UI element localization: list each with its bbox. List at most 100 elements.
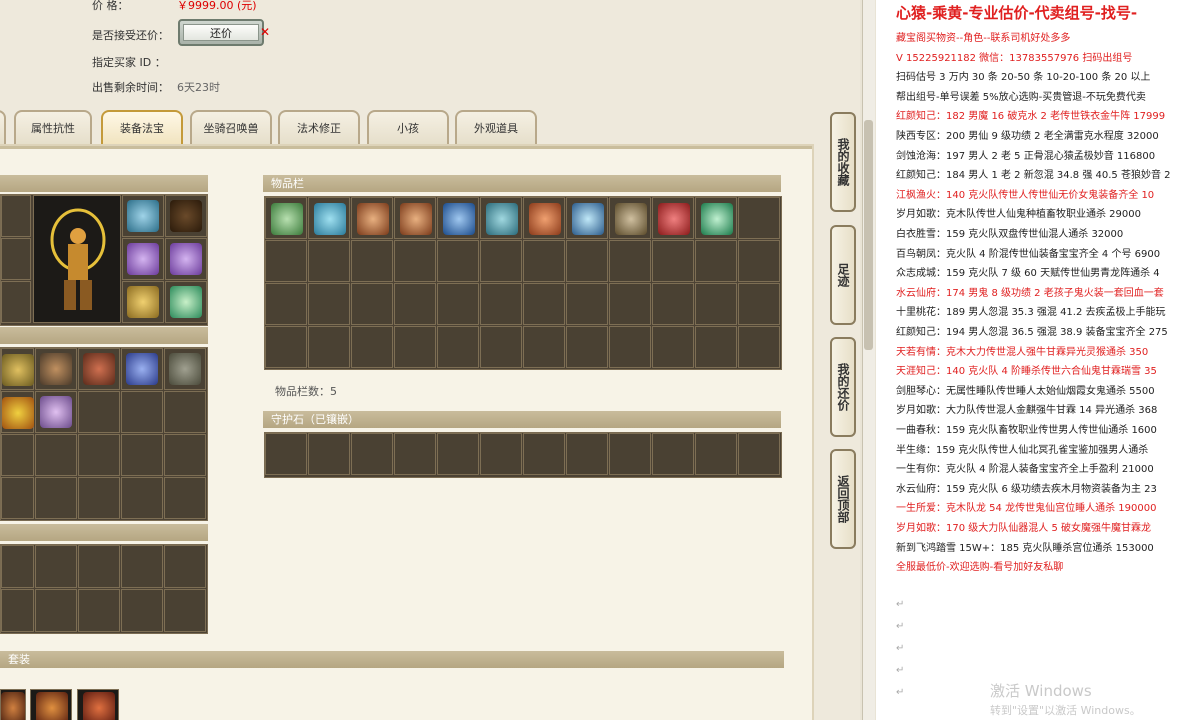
inventory-slot[interactable] [609,240,651,282]
inventory-slot[interactable] [523,197,565,239]
tab-partial[interactable] [0,110,6,144]
inventory-slot[interactable] [523,283,565,325]
inventory-slot[interactable] [394,283,436,325]
close-icon[interactable]: ✕ [260,25,270,39]
inventory-slot[interactable] [308,326,350,368]
my-offers-button[interactable]: 我的还价 [830,337,856,437]
set-item-slot[interactable] [30,689,72,720]
inventory-slot[interactable] [695,197,737,239]
treasure-slot[interactable] [1,391,34,433]
inventory-slot[interactable] [480,283,522,325]
treasure-slot[interactable] [78,391,120,433]
inventory-slot[interactable] [523,326,565,368]
treasure-slot[interactable] [164,391,206,433]
equip-slot[interactable] [165,195,207,237]
tab-attributes[interactable]: 属性抗性 [14,110,92,144]
inventory-slot[interactable] [566,283,608,325]
inventory-slot[interactable] [308,197,350,239]
equip-slot[interactable] [1,195,31,237]
guard-stone-slot[interactable] [308,433,350,475]
inventory-slot[interactable] [738,197,780,239]
inventory-slot[interactable] [308,240,350,282]
treasure-slot[interactable] [121,391,163,433]
inventory-slot[interactable] [265,240,307,282]
treasure-slot[interactable] [1,348,34,390]
inventory-slot[interactable] [609,283,651,325]
treasure-slot[interactable] [78,434,120,476]
inventory-slot[interactable] [652,283,694,325]
inventory-slot[interactable] [652,197,694,239]
guard-stone-slot[interactable] [437,433,479,475]
treasure-slot[interactable] [78,348,120,390]
treasure-slot[interactable] [164,348,206,390]
inventory-slot[interactable] [652,240,694,282]
guard-stone-slot[interactable] [609,433,651,475]
treasure-slot[interactable] [164,477,206,519]
extra-slot[interactable] [1,545,34,588]
footprint-button[interactable]: 足迹 [830,225,856,325]
inventory-slot[interactable] [566,240,608,282]
equip-slot[interactable] [1,281,31,323]
guard-stone-slot[interactable] [566,433,608,475]
treasure-slot[interactable] [78,477,120,519]
treasure-slot[interactable] [35,391,77,433]
guard-stone-slot[interactable] [394,433,436,475]
set-item-slot[interactable] [0,689,26,720]
inventory-slot[interactable] [351,283,393,325]
inventory-slot[interactable] [695,283,737,325]
extra-slot[interactable] [121,545,163,588]
tab-equipment[interactable]: 装备法宝 [101,110,183,144]
treasure-slot[interactable] [121,434,163,476]
inventory-slot[interactable] [609,326,651,368]
my-favorites-button[interactable]: 我的收藏 [830,112,856,212]
guard-stone-slot[interactable] [523,433,565,475]
extra-slot[interactable] [78,589,120,632]
scrollbar-thumb[interactable] [864,120,873,350]
extra-slot[interactable] [35,545,77,588]
inventory-slot[interactable] [738,283,780,325]
inventory-slot[interactable] [738,326,780,368]
guard-stone-slot[interactable] [351,433,393,475]
guard-stone-slot[interactable] [265,433,307,475]
inventory-slot[interactable] [265,326,307,368]
page-scrollbar[interactable] [862,0,875,720]
equip-slot[interactable] [122,195,164,237]
treasure-slot[interactable] [1,477,34,519]
equip-slot[interactable] [165,238,207,280]
equip-slot[interactable] [122,238,164,280]
inventory-slot[interactable] [695,326,737,368]
inventory-slot[interactable] [394,326,436,368]
treasure-slot[interactable] [1,434,34,476]
inventory-slot[interactable] [652,326,694,368]
set-item-slot[interactable] [77,689,119,720]
inventory-slot[interactable] [738,240,780,282]
inventory-slot[interactable] [523,240,565,282]
extra-slot[interactable] [164,589,206,632]
inventory-slot[interactable] [437,197,479,239]
tab-appearance[interactable]: 外观道具 [455,110,537,144]
inventory-slot[interactable] [265,283,307,325]
inventory-slot[interactable] [609,197,651,239]
back-to-top-button[interactable]: 返回顶部 [830,449,856,549]
inventory-slot[interactable] [394,197,436,239]
extra-slot[interactable] [121,589,163,632]
inventory-slot[interactable] [695,240,737,282]
equip-slot[interactable] [165,281,207,323]
treasure-slot[interactable] [121,348,163,390]
extra-slot[interactable] [1,589,34,632]
inventory-slot[interactable] [351,197,393,239]
guard-stone-slot[interactable] [695,433,737,475]
tab-mounts[interactable]: 坐骑召唤兽 [190,110,272,144]
extra-slot[interactable] [78,545,120,588]
inventory-slot[interactable] [437,326,479,368]
tab-child[interactable]: 小孩 [367,110,449,144]
treasure-slot[interactable] [35,348,77,390]
inventory-slot[interactable] [566,197,608,239]
inventory-slot[interactable] [480,240,522,282]
equip-slot[interactable] [1,238,31,280]
guard-stone-slot[interactable] [738,433,780,475]
inventory-slot[interactable] [480,326,522,368]
inventory-slot[interactable] [351,326,393,368]
equip-slot[interactable] [122,281,164,323]
inventory-slot[interactable] [480,197,522,239]
